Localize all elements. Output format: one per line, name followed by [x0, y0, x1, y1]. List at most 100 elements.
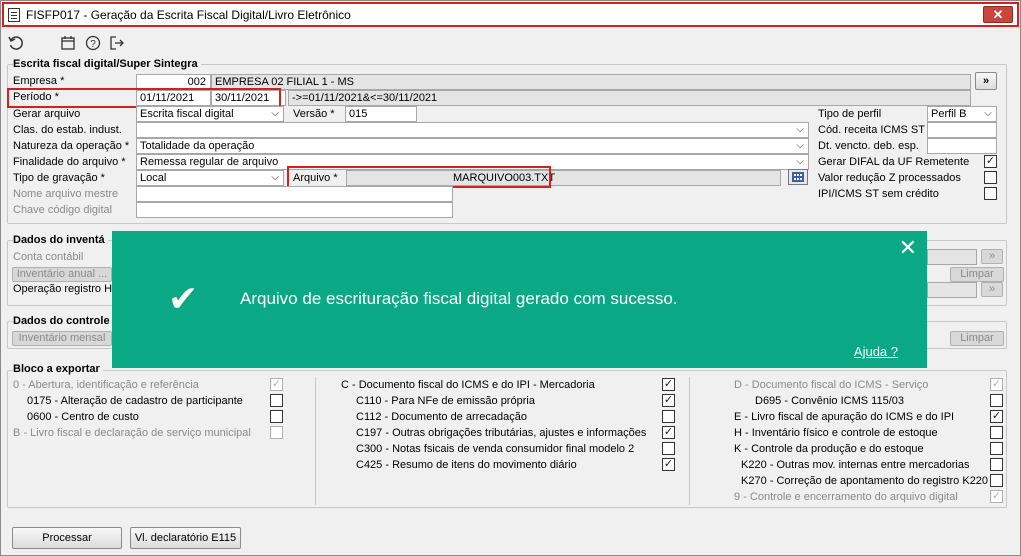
bloco-separator [315, 377, 316, 505]
ipi-icms-checkbox[interactable] [984, 187, 997, 200]
bloco-0175-checkbox[interactable] [270, 394, 283, 407]
versao-field[interactable]: 015 [345, 106, 417, 122]
bloco-0-label: 0 - Abertura, identificação e referência [13, 379, 199, 391]
chevron-down-icon: ⌵ [796, 124, 804, 135]
valor-reducao-checkbox[interactable] [984, 171, 997, 184]
controle-limpar-button[interactable]: Limpar [950, 331, 1004, 346]
chevron-down-icon: ⌵ [796, 140, 804, 151]
gerar-arquivo-value: Escrita fiscal digital [140, 108, 234, 120]
app-document-icon [8, 8, 20, 22]
arquivo-highlight [287, 166, 551, 188]
empresa-label: Empresa * [13, 75, 65, 87]
versao-label: Versão * [293, 108, 335, 120]
bloco-d-label: D - Documento fiscal do ICMS - Serviço [734, 379, 929, 391]
operacao-registro-label: Operação registro H [13, 283, 113, 295]
bloco-h-checkbox[interactable] [990, 426, 1003, 439]
chave-label: Chave código digital [13, 204, 113, 216]
svg-text:?: ? [90, 39, 96, 50]
bloco-c425-checkbox[interactable]: ✓ [662, 458, 675, 471]
bloco-c112-checkbox[interactable] [662, 410, 675, 423]
toast-close-icon[interactable]: ✕ [899, 235, 917, 261]
bloco-c110-label: C110 - Para NFe de emissão própria [356, 395, 535, 407]
bloco-k220-checkbox[interactable] [990, 458, 1003, 471]
bloco-0600-label: 0600 - Centro de custo [27, 411, 139, 423]
bloco-d695-checkbox[interactable] [990, 394, 1003, 407]
bloco-h-label: H - Inventário físico e controle de esto… [734, 427, 938, 439]
help-icon[interactable]: ? [84, 35, 102, 53]
clas-select[interactable]: ⌵ [136, 122, 809, 138]
bloco-group-title: Bloco a exportar [13, 363, 103, 375]
tipo-gravacao-select[interactable]: Local ⌵ [136, 170, 284, 186]
window-title: FISFP017 - Geração da Escrita Fiscal Dig… [26, 8, 351, 22]
inventario-limpar-button[interactable]: Limpar [950, 267, 1004, 282]
bloco-b-checkbox[interactable] [270, 426, 283, 439]
inventario-anual-button[interactable]: Inventário anual ... [12, 267, 112, 282]
bloco-c110-checkbox[interactable]: ✓ [662, 394, 675, 407]
toast-help-link[interactable]: Ajuda ? [854, 344, 898, 359]
gerar-difal-label: Gerar DIFAL da UF Remetente [818, 156, 970, 168]
title-bar: FISFP017 - Geração da Escrita Fiscal Dig… [2, 2, 1019, 27]
valor-reducao-label: Valor redução Z processados [818, 172, 961, 184]
tipo-perfil-select[interactable]: Perfil B ⌵ [927, 106, 997, 122]
processar-button[interactable]: Processar [12, 527, 122, 549]
bloco-e-checkbox[interactable]: ✓ [990, 410, 1003, 423]
tipo-gravacao-value: Local [140, 172, 167, 184]
bloco-9-label: 9 - Controle e encerramento do arquivo d… [734, 491, 958, 503]
periodo-filter-field: ->=01/11/2021&<=30/11/2021 [288, 90, 971, 106]
check-icon: ✔ [168, 278, 199, 319]
nome-mestre-field[interactable] [136, 186, 453, 202]
bloco-k-label: K - Controle da produção e do estoque [734, 443, 924, 455]
chave-field[interactable] [136, 202, 453, 218]
bloco-c197-label: C197 - Outras obrigações tributárias, aj… [356, 427, 647, 439]
calculator-icon[interactable] [788, 169, 808, 185]
bloco-9-checkbox[interactable]: ✓ [990, 490, 1003, 503]
bloco-separator [689, 377, 690, 505]
tipo-perfil-label: Tipo de perfil [818, 108, 882, 120]
cod-receita-label: Cód. receita ICMS ST [818, 124, 925, 136]
bloco-d-checkbox[interactable]: ✓ [990, 378, 1003, 391]
bloco-k220-label: K220 - Outras mov. internas entre mercad… [741, 459, 970, 471]
gerar-arquivo-select[interactable]: Escrita fiscal digital ⌵ [136, 106, 284, 122]
bloco-c300-checkbox[interactable] [662, 442, 675, 455]
natureza-select[interactable]: Totalidade da operação ⌵ [136, 138, 809, 154]
calendar-icon[interactable] [59, 35, 77, 53]
success-toast: ✔ Arquivo de escrituração fiscal digital… [112, 231, 927, 368]
tipo-gravacao-label: Tipo de gravação * [13, 172, 105, 184]
conta-contabil-label: Conta contábil [13, 251, 84, 263]
operacao-search-button[interactable]: » [981, 282, 1003, 297]
main-window: FISFP017 - Geração da Escrita Fiscal Dig… [0, 0, 1021, 556]
exit-icon[interactable] [108, 35, 126, 53]
chevron-down-icon: ⌵ [796, 156, 804, 167]
vl-declaratorio-button[interactable]: Vl. declaratório E115 [130, 527, 241, 549]
dt-vencto-label: Dt. vencto. deb. esp. [818, 140, 919, 152]
bloco-c425-label: C425 - Resumo de itens do movimento diár… [356, 459, 577, 471]
bloco-k-checkbox[interactable] [990, 442, 1003, 455]
dt-vencto-field[interactable] [927, 138, 997, 154]
window-close-button[interactable]: ✕ [983, 6, 1013, 23]
bloco-c-checkbox[interactable]: ✓ [662, 378, 675, 391]
nome-mestre-label: Nome arquivo mestre [13, 188, 119, 200]
cod-receita-field[interactable] [927, 122, 997, 138]
chevron-down-icon: ⌵ [984, 108, 992, 119]
chevron-down-icon: ⌵ [271, 172, 279, 183]
conta-search-button[interactable]: » [981, 249, 1003, 264]
finalidade-label: Finalidade do arquivo * [13, 156, 126, 168]
ipi-icms-label: IPI/ICMS ST sem crédito [818, 188, 939, 200]
operacao-registro-field [927, 282, 977, 298]
inventario-mensal-button[interactable]: Inventário mensal [12, 331, 112, 346]
refresh-icon[interactable] [7, 35, 25, 53]
clas-label: Clas. do estab. indust. [13, 124, 122, 136]
more-button[interactable]: » [975, 72, 997, 90]
bloco-0600-checkbox[interactable] [270, 410, 283, 423]
chevron-down-icon: ⌵ [271, 108, 279, 119]
bloco-0-checkbox[interactable]: ✓ [270, 378, 283, 391]
bloco-b-label: B - Livro fiscal e declaração de serviço… [13, 427, 251, 439]
gerar-label: Gerar arquivo [13, 108, 81, 120]
bloco-c197-checkbox[interactable]: ✓ [662, 426, 675, 439]
finalidade-value: Remessa regular de arquivo [140, 156, 279, 168]
gerar-difal-checkbox[interactable]: ✓ [984, 155, 997, 168]
bloco-k270-checkbox[interactable] [990, 474, 1003, 487]
empresa-name-field: EMPRESA 02 FILIAL 1 - MS [211, 74, 971, 90]
tipo-perfil-value: Perfil B [931, 108, 967, 120]
conta-contabil-field [927, 249, 977, 265]
